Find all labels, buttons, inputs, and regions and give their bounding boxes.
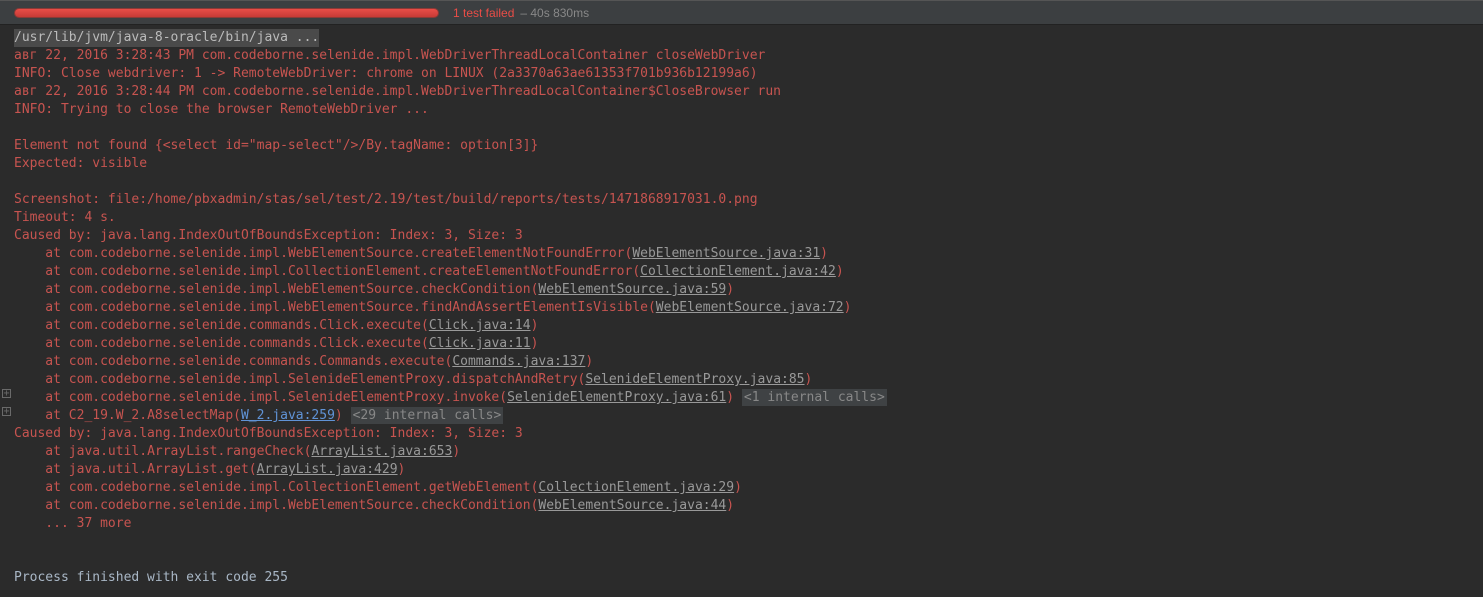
caused-by-line: Caused by: java.lang.IndexOutOfBoundsExc… xyxy=(0,227,1483,245)
stack-line: at com.codeborne.selenide.impl.Collectio… xyxy=(0,263,1483,281)
exit-line: Process finished with exit code 255 xyxy=(0,569,1483,587)
source-link[interactable]: W_2.java:259 xyxy=(241,408,335,423)
source-link[interactable]: ArrayList.java:653 xyxy=(311,444,452,459)
test-header: 1 test failed – 40s 830ms xyxy=(0,0,1483,25)
error-line: Expected: visible xyxy=(0,155,1483,173)
stack-line: at java.util.ArrayList.rangeCheck(ArrayL… xyxy=(0,443,1483,461)
stack-line: at com.codeborne.selenide.impl.Collectio… xyxy=(0,479,1483,497)
source-link[interactable]: CollectionElement.java:42 xyxy=(640,264,836,279)
log-line: авг 22, 2016 3:28:43 PM com.codeborne.se… xyxy=(0,47,1483,65)
stack-line: at com.codeborne.selenide.impl.WebElemen… xyxy=(0,497,1483,515)
screenshot-line: Screenshot: file:/home/pbxadmin/stas/sel… xyxy=(0,191,1483,209)
log-line: INFO: Trying to close the browser Remote… xyxy=(0,101,1483,119)
stack-line: at com.codeborne.selenide.impl.WebElemen… xyxy=(0,299,1483,317)
stack-line: at com.codeborne.selenide.impl.SelenideE… xyxy=(0,371,1483,389)
stack-line: at java.util.ArrayList.get(ArrayList.jav… xyxy=(0,461,1483,479)
console-output[interactable]: /usr/lib/jvm/java-8-oracle/bin/java ... … xyxy=(0,25,1483,597)
log-line: INFO: Close webdriver: 1 -> RemoteWebDri… xyxy=(0,65,1483,83)
caused-by-line: Caused by: java.lang.IndexOutOfBoundsExc… xyxy=(0,425,1483,443)
stack-line: at com.codeborne.selenide.commands.Click… xyxy=(0,335,1483,353)
test-progress-bar xyxy=(14,8,439,18)
error-line: Element not found {<select id="map-selec… xyxy=(0,137,1483,155)
source-link[interactable]: Click.java:14 xyxy=(429,318,531,333)
blank-line xyxy=(0,533,1483,551)
source-link[interactable]: WebElementSource.java:44 xyxy=(538,498,726,513)
blank-line xyxy=(0,119,1483,137)
source-link[interactable]: SelenideElementProxy.java:61 xyxy=(507,390,726,405)
java-command: /usr/lib/jvm/java-8-oracle/bin/java ... xyxy=(14,29,319,47)
source-link[interactable]: SelenideElementProxy.java:85 xyxy=(585,372,804,387)
stack-line: at com.codeborne.selenide.impl.WebElemen… xyxy=(0,281,1483,299)
expand-icon[interactable]: + xyxy=(0,389,14,398)
command-line: /usr/lib/jvm/java-8-oracle/bin/java ... xyxy=(0,29,1483,47)
stack-line-user: + at C2_19.W_2.A8selectMap(W_2.java:259)… xyxy=(0,407,1483,425)
stack-line: at com.codeborne.selenide.commands.Click… xyxy=(0,317,1483,335)
source-link[interactable]: Commands.java:137 xyxy=(452,354,585,369)
progress-fill xyxy=(15,9,438,17)
blank-line xyxy=(0,551,1483,569)
source-link[interactable]: WebElementSource.java:59 xyxy=(538,282,726,297)
timeout-line: Timeout: 4 s. xyxy=(0,209,1483,227)
stack-line: at com.codeborne.selenide.commands.Comma… xyxy=(0,353,1483,371)
source-link[interactable]: ArrayList.java:429 xyxy=(257,462,398,477)
stack-line-internal: + at com.codeborne.selenide.impl.Selenid… xyxy=(0,389,1483,407)
test-status: 1 test failed xyxy=(453,6,514,20)
source-link[interactable]: WebElementSource.java:72 xyxy=(656,300,844,315)
internal-calls-badge[interactable]: <1 internal calls> xyxy=(742,389,887,406)
source-link[interactable]: CollectionElement.java:29 xyxy=(538,480,734,495)
stack-line: at com.codeborne.selenide.impl.WebElemen… xyxy=(0,245,1483,263)
source-link[interactable]: WebElementSource.java:31 xyxy=(632,246,820,261)
log-line: авг 22, 2016 3:28:44 PM com.codeborne.se… xyxy=(0,83,1483,101)
internal-calls-badge[interactable]: <29 internal calls> xyxy=(351,407,504,424)
expand-icon[interactable]: + xyxy=(0,407,14,416)
source-link[interactable]: Click.java:11 xyxy=(429,336,531,351)
test-time: – 40s 830ms xyxy=(520,6,589,20)
more-line: ... 37 more xyxy=(0,515,1483,533)
blank-line xyxy=(0,173,1483,191)
